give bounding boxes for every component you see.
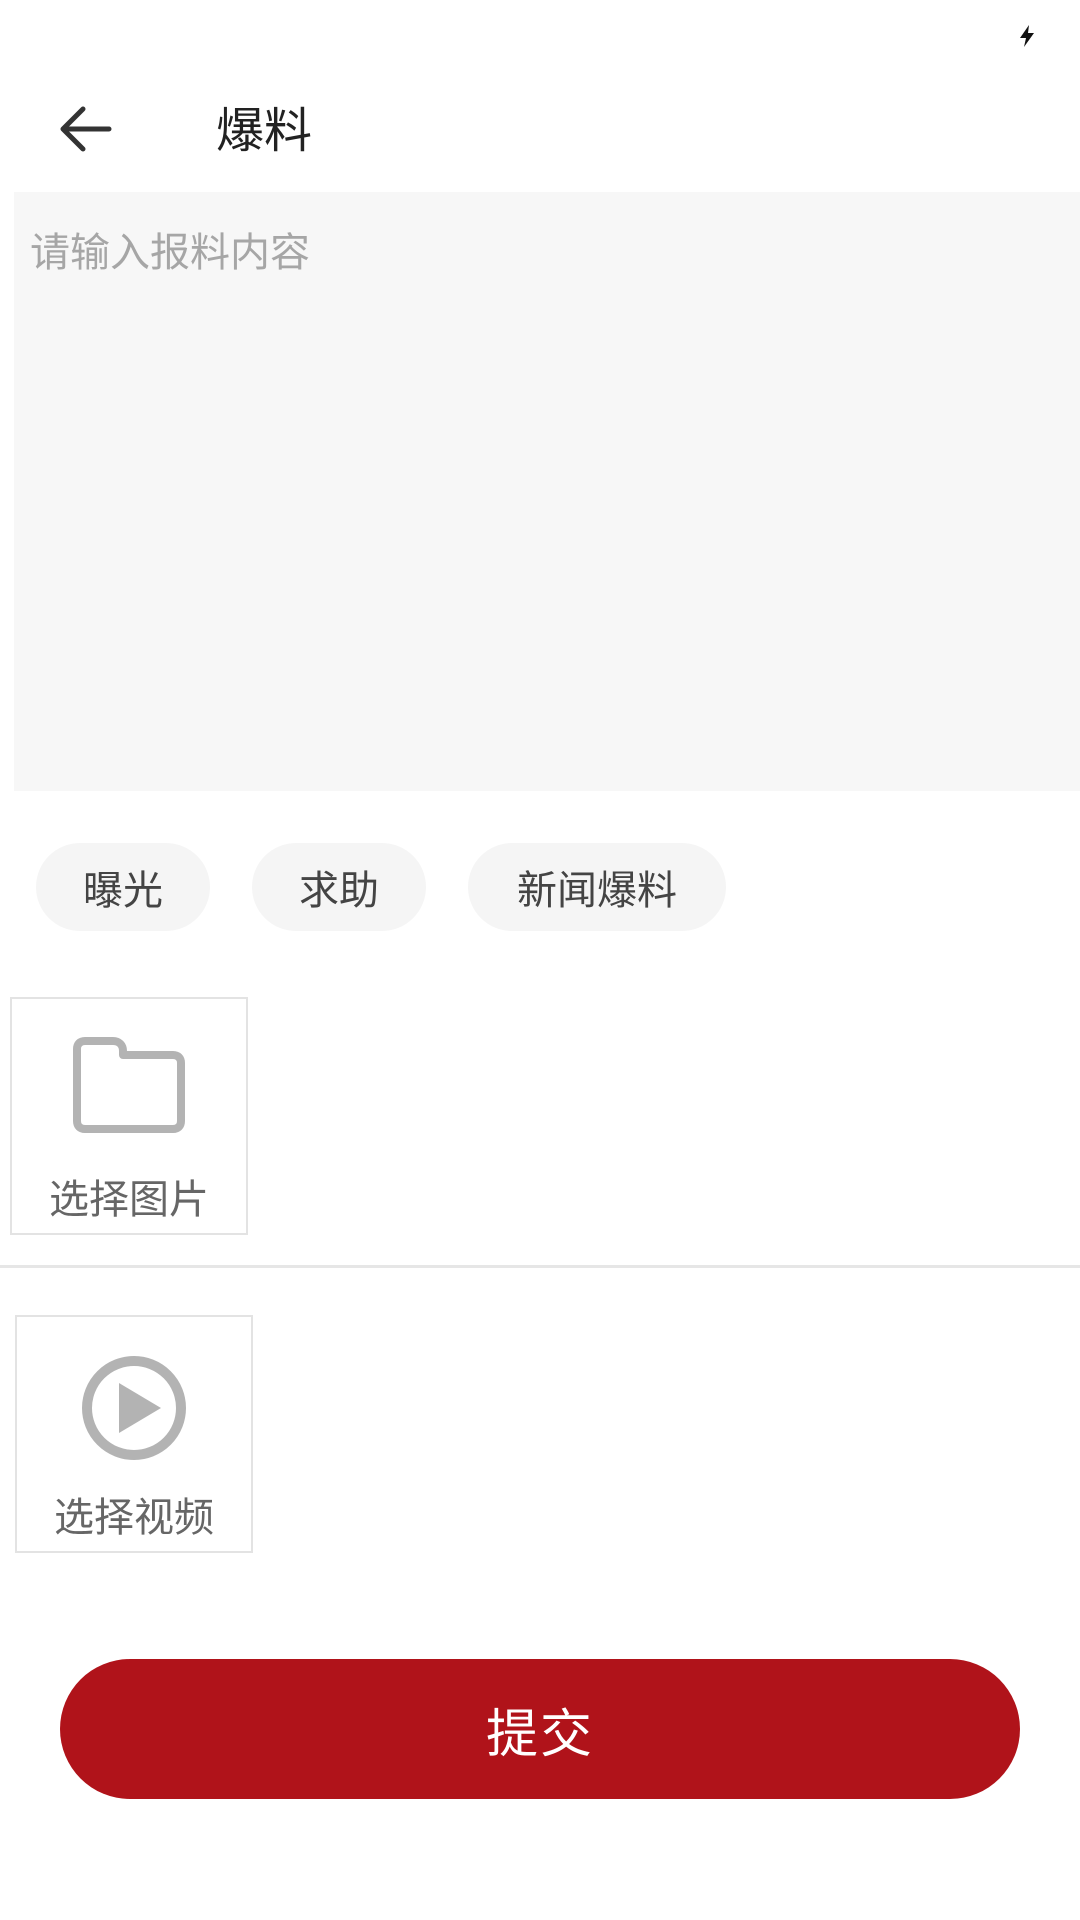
select-image-button[interactable]: 选择图片 xyxy=(10,997,248,1235)
folder-icon xyxy=(73,1037,185,1137)
back-button[interactable] xyxy=(40,86,130,176)
category-chip-help[interactable]: 求助 xyxy=(252,843,426,931)
select-video-label: 选择视频 xyxy=(54,1495,214,1541)
select-image-label: 选择图片 xyxy=(49,1177,209,1223)
divider xyxy=(0,1265,1080,1268)
category-chip-exposure[interactable]: 曝光 xyxy=(36,843,210,931)
category-chip-news-tip[interactable]: 新闻爆料 xyxy=(468,843,726,931)
toolbar: 爆料 xyxy=(0,72,1080,190)
arrow-left-icon xyxy=(57,104,113,158)
select-video-button[interactable]: 选择视频 xyxy=(15,1315,253,1553)
play-circle-icon xyxy=(81,1355,187,1465)
status-bar xyxy=(0,0,1080,72)
submit-button[interactable]: 提交 xyxy=(60,1659,1020,1799)
page-title: 爆料 xyxy=(216,103,313,159)
content-input[interactable] xyxy=(14,192,1080,791)
lightning-bolt-icon xyxy=(1016,24,1038,48)
